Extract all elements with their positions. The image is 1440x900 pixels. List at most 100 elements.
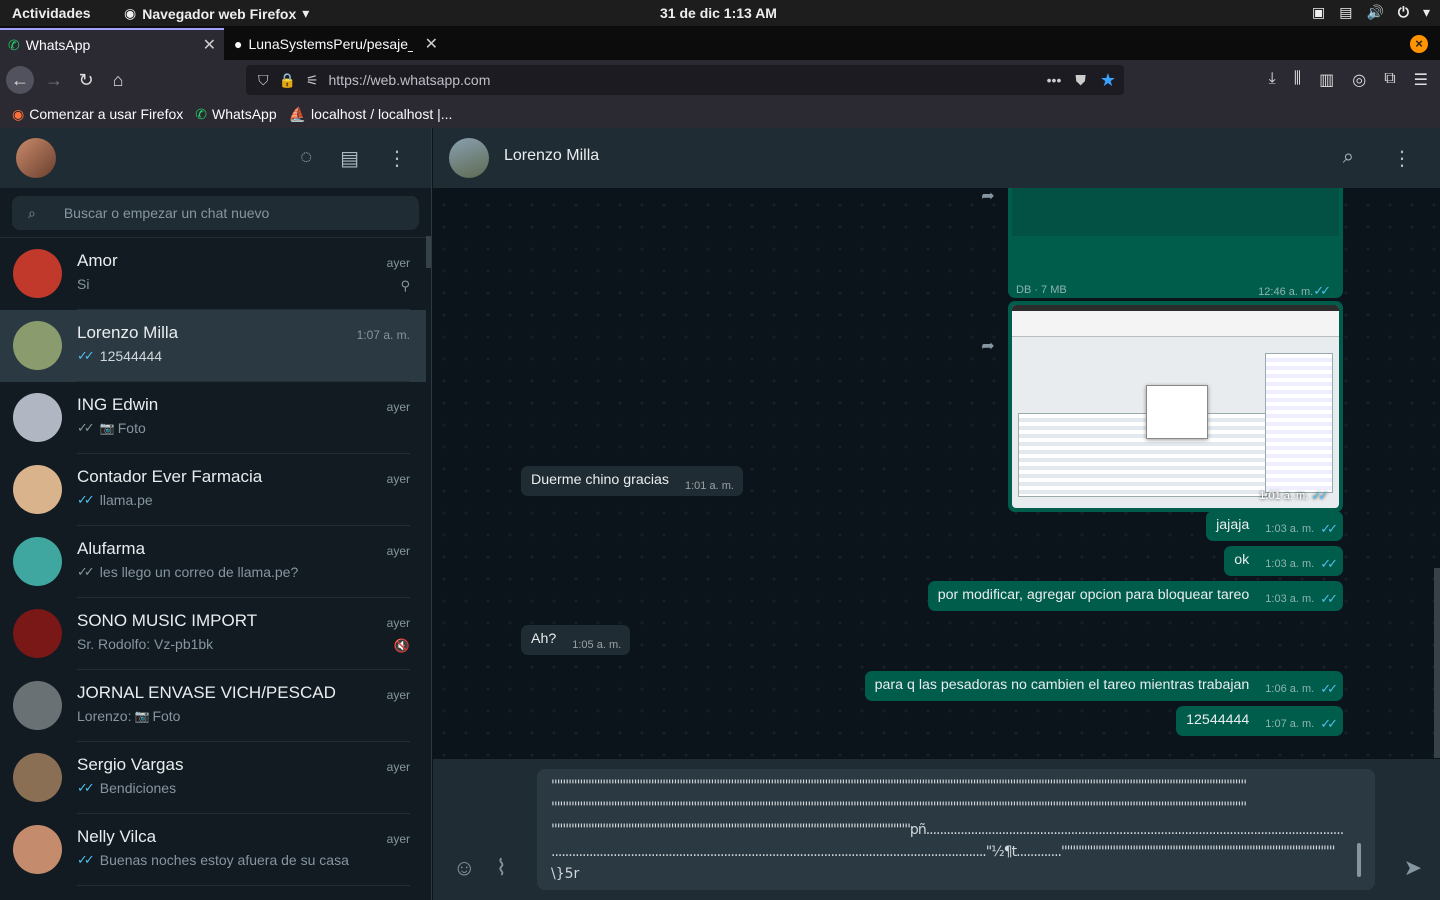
message-text: 12544444 xyxy=(1186,712,1250,728)
menu-icon[interactable]: ☰ xyxy=(1414,70,1428,90)
emoji-icon[interactable]: ☺ xyxy=(453,855,475,881)
outgoing-message[interactable]: 12544444 1:07 a. m. ✓✓ xyxy=(1176,706,1343,736)
composer: ☺ ⌇ ''''''''''''''''''''''''''''''''''''… xyxy=(433,759,1440,900)
avatar[interactable] xyxy=(13,537,62,586)
image-message[interactable]: 1:01 a. m. ✓✓ xyxy=(1008,301,1343,512)
menu-icon[interactable]: ⋮ xyxy=(387,146,407,171)
scrollbar[interactable] xyxy=(426,236,431,268)
whatsapp-app: ◌ ▤ ⋮ ⌕ Buscar o empezar un chat nuevo A… xyxy=(0,128,1440,900)
search-input[interactable]: ⌕ Buscar o empezar un chat nuevo xyxy=(12,196,419,230)
message-time: 12:46 a. m. xyxy=(1258,286,1314,298)
system-tray[interactable]: ▣ ▤ 🔊 ⏻ ▾ xyxy=(1312,4,1430,21)
power-icon: ⏻ xyxy=(1397,4,1409,20)
read-ticks-icon: ✓✓ xyxy=(1320,521,1338,536)
chat-preview-text: Sr. Rodolfo: Vz-pb1bk xyxy=(77,636,214,652)
status-icon[interactable]: ◌ xyxy=(300,146,312,171)
image-thumbnail[interactable]: 1:01 a. m. ✓✓ xyxy=(1012,305,1339,508)
home-button[interactable]: ⌂ xyxy=(104,66,132,94)
alert-icon[interactable]: × xyxy=(1410,35,1428,53)
tab-whatsapp[interactable]: ✆ WhatsApp ✕ xyxy=(0,28,224,60)
avatar[interactable] xyxy=(13,393,62,442)
chat-time: ayer xyxy=(386,616,410,630)
document-message[interactable]: DB · 7 MB 12:46 a. m.✓✓ xyxy=(1008,188,1343,298)
url-bar[interactable]: ⛉ 🔒 ⚟ https://web.whatsapp.com ••• ⛊ ★ xyxy=(246,65,1124,95)
contact-name[interactable]: Lorenzo Milla xyxy=(504,147,599,165)
chat-preview-text: 12544444 xyxy=(99,348,163,364)
close-icon[interactable]: ✕ xyxy=(425,34,438,54)
document-info: DB · 7 MB xyxy=(1016,284,1067,296)
new-chat-icon[interactable]: ▤ xyxy=(340,146,359,171)
clock[interactable]: 31 de dic 1:13 AM xyxy=(660,5,777,21)
outgoing-message[interactable]: por modificar, agregar opcion para bloqu… xyxy=(927,581,1343,611)
library-icon[interactable]: ⫼ xyxy=(1294,70,1301,90)
search-icon[interactable]: ⌕ xyxy=(1343,146,1354,171)
forward-icon[interactable]: ➦ xyxy=(975,334,1001,360)
chat-list-item[interactable]: Sergio Vargas ayer ✓✓ Bendiciones xyxy=(0,742,426,814)
send-icon[interactable]: ➤ xyxy=(1404,855,1422,881)
bookmark-localhost[interactable]: ⛵ localhost / localhost |... xyxy=(289,106,453,123)
message-time: 1:05 a. m. xyxy=(572,639,622,651)
avatar[interactable] xyxy=(13,465,62,514)
forward-button[interactable]: → xyxy=(40,66,68,94)
account-icon[interactable]: ◎ xyxy=(1352,70,1366,90)
reload-button[interactable]: ↻ xyxy=(72,66,100,94)
read-ticks-icon: ✓✓ xyxy=(1313,283,1331,298)
chat-list-item[interactable]: Nelly Vilca ayer ✓✓ Buenas noches estoy afu… xyxy=(0,814,426,886)
composer-text-line: ''''''''''''''''''''''''''''''''''''''''… xyxy=(551,778,1247,794)
page-actions-icon[interactable]: ••• xyxy=(1047,72,1062,88)
chat-list-item[interactable]: Contador Ever Farmacia ayer ✓✓ llama.pe xyxy=(0,454,426,526)
download-icon[interactable]: ⤓ xyxy=(1269,70,1276,90)
forward-icon[interactable]: ➦ xyxy=(975,188,1001,210)
bookmark-whatsapp[interactable]: ✆ WhatsApp xyxy=(195,106,276,123)
document-preview[interactable] xyxy=(1012,188,1339,236)
outgoing-message[interactable]: ok 1:03 a. m. ✓✓ xyxy=(1224,546,1343,576)
bookmark-label: localhost / localhost |... xyxy=(311,106,453,122)
bookmark-firefox[interactable]: ◉ Comenzar a usar Firefox xyxy=(12,106,183,123)
conversation-header[interactable]: Lorenzo Milla ⌕ ⋮ xyxy=(433,128,1440,188)
lock-icon[interactable]: 🔒 xyxy=(279,72,296,89)
back-button[interactable]: ← xyxy=(6,66,34,94)
incoming-message[interactable]: Duerme chino gracias 1:01 a. m. xyxy=(521,466,743,496)
scrollbar[interactable] xyxy=(1434,568,1440,758)
url-text[interactable]: https://web.whatsapp.com xyxy=(329,72,491,88)
avatar[interactable] xyxy=(13,609,62,658)
message-input[interactable]: ''''''''''''''''''''''''''''''''''''''''… xyxy=(537,769,1375,890)
app-menu[interactable]: ◉ Navegador web Firefox ▾ xyxy=(124,5,309,22)
close-icon[interactable]: ✕ xyxy=(203,35,216,55)
chat-list-item[interactable]: Lorenzo Milla 1:07 a. m. ✓✓ 12544444 xyxy=(0,310,426,382)
sidebar-icon[interactable]: ▥ xyxy=(1319,70,1334,90)
chat-list-item[interactable]: Amor ayer Si ⚲ xyxy=(0,238,426,310)
avatar[interactable] xyxy=(16,138,56,178)
incoming-message[interactable]: Ah? 1:05 a. m. xyxy=(521,625,631,655)
chat-time: ayer xyxy=(386,256,410,270)
avatar[interactable] xyxy=(13,753,62,802)
shield-icon[interactable]: ⛉ xyxy=(258,72,269,89)
menu-icon[interactable]: ⋮ xyxy=(1392,146,1412,171)
github-icon: ● xyxy=(234,36,243,52)
message-text: para q las pesadoras no cambien el tareo… xyxy=(874,677,1250,693)
chat-list-item[interactable]: SONO MUSIC IMPORT ayer Sr. Rodolfo: Vz-pb1… xyxy=(0,598,426,670)
chat-preview: ✓✓ llama.pe xyxy=(77,492,153,508)
activities-button[interactable]: Actividades xyxy=(12,5,91,21)
outgoing-message[interactable]: jajaja 1:03 a. m. ✓✓ xyxy=(1206,511,1343,541)
search-area: ⌕ Buscar o empezar un chat nuevo xyxy=(0,188,431,238)
avatar[interactable] xyxy=(13,249,62,298)
avatar[interactable] xyxy=(449,138,489,178)
chat-time: ayer xyxy=(386,472,410,486)
message-time: 1:03 a. m. xyxy=(1265,593,1315,605)
pocket-icon[interactable]: ⛊ xyxy=(1075,72,1086,89)
scrollbar[interactable] xyxy=(1357,843,1361,877)
outgoing-message[interactable]: para q las pesadoras no cambien el tareo… xyxy=(864,671,1343,701)
avatar[interactable] xyxy=(13,681,62,730)
permissions-icon[interactable]: ⚟ xyxy=(306,72,319,89)
avatar[interactable] xyxy=(13,321,62,370)
message-time: 1:01 a. m. xyxy=(1259,490,1309,502)
chat-list-item[interactable]: ING Edwin ayer ✓✓ 📷 Foto xyxy=(0,382,426,454)
attach-icon[interactable]: ⌇ xyxy=(496,855,507,881)
bookmark-star-icon[interactable]: ★ xyxy=(1100,70,1116,91)
chat-list-item[interactable]: JORNAL ENVASE VICH/PESCAD ayer Lorenzo: 📷 F… xyxy=(0,670,426,742)
tab-github[interactable]: ● LunaSystemsPeru/pesaje_c ✕ xyxy=(226,28,446,60)
avatar[interactable] xyxy=(13,825,62,874)
extensions-icon[interactable]: ⧉ xyxy=(1384,70,1395,90)
chat-list-item[interactable]: Alufarma ayer ✓✓ les llego un correo de lla… xyxy=(0,526,426,598)
